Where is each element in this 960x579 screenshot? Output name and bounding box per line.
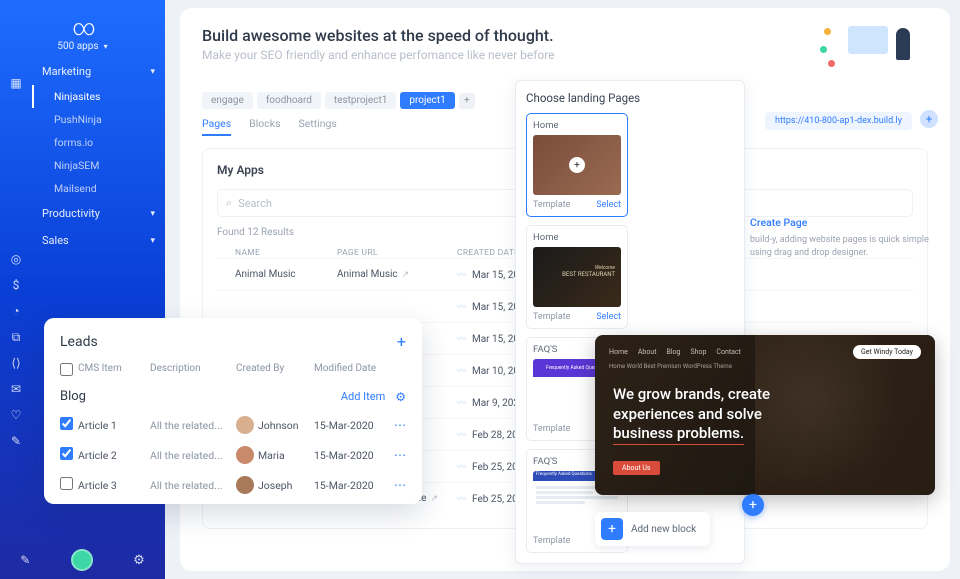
url-add-button[interactable]: +: [920, 110, 938, 128]
chevron-down-icon: ▾: [150, 209, 155, 219]
trend-icon: 〰: [457, 399, 466, 409]
target-icon[interactable]: ◎: [0, 246, 32, 272]
gear-icon[interactable]: ⚙: [395, 390, 406, 404]
users-icon[interactable]: ⧉: [0, 324, 32, 350]
select-button[interactable]: Select: [596, 312, 621, 322]
subtab-pages[interactable]: Pages: [202, 117, 231, 136]
subtab-settings[interactable]: Settings: [299, 117, 337, 136]
landing-thumb: WelcomeBEST RESTAURANT: [533, 247, 621, 307]
sidebar-item-ninjasites[interactable]: Ninjasites: [32, 85, 165, 108]
add-block-label: Add new block: [631, 524, 696, 535]
trend-icon: 〰: [457, 335, 466, 345]
tab-testproject1[interactable]: testproject1: [325, 92, 396, 109]
pen-icon[interactable]: ✎: [20, 553, 30, 567]
more-icon[interactable]: ⋯: [394, 418, 406, 432]
chevron-down-icon: ▾: [150, 67, 155, 77]
sidebar-item-pushninja[interactable]: PushNinja: [32, 108, 165, 131]
trend-icon: 〰: [457, 367, 466, 377]
avatar-icon: [236, 476, 254, 494]
leads-row[interactable]: Article 1 All the related... Johnson 15-…: [60, 416, 406, 434]
avatar-icon: [236, 446, 254, 464]
sidebar-bottom: ✎ ⚙: [0, 541, 165, 579]
sidebar-group-marketing[interactable]: Marketing▾: [32, 58, 165, 85]
landing-card[interactable]: Home WelcomeBEST RESTAURANT TemplateSele…: [526, 225, 628, 329]
external-link-icon[interactable]: ↗: [430, 494, 438, 504]
col-url: PAGE URL: [337, 248, 457, 258]
landing-thumb: +: [533, 135, 621, 195]
preview-button[interactable]: About Us: [613, 461, 660, 475]
leads-columns: CMS Item Description Created By Modified…: [60, 363, 406, 379]
row-checkbox[interactable]: [60, 417, 73, 430]
preview-crumb: Home World Best Premium WordPress Theme: [609, 363, 732, 370]
landing-card[interactable]: Home + TemplateSelect: [526, 113, 628, 217]
search-placeholder: Search: [238, 197, 272, 210]
more-icon[interactable]: ⋯: [394, 448, 406, 462]
trend-icon: 〰: [457, 303, 466, 313]
hint-title: Create Page: [750, 215, 940, 231]
leads-title: Leads: [60, 334, 98, 350]
search-icon: ⌕: [226, 196, 232, 210]
brand-logo: ∞: [0, 16, 165, 41]
add-block-bar: + Add new block: [595, 512, 710, 546]
sidebar-group-productivity[interactable]: Productivity▾: [32, 200, 165, 227]
add-project-button[interactable]: +: [459, 93, 475, 109]
leads-row[interactable]: Article 3 All the related... Joseph 15-M…: [60, 476, 406, 494]
trend-icon: 〰: [457, 463, 466, 473]
heart-icon[interactable]: ♡: [0, 402, 32, 428]
sidebar-item-formsio[interactable]: forms.io: [32, 131, 165, 154]
gear-icon[interactable]: ⚙: [133, 553, 145, 568]
fab-add-button[interactable]: +: [742, 494, 764, 516]
plug-icon[interactable]: ✎: [0, 428, 32, 454]
preview-nav: HomeAboutBlogShopContact Get Windy Today: [609, 345, 921, 359]
brand: ∞ 500 apps ▾: [0, 16, 165, 52]
dollar-icon[interactable]: $: [0, 272, 32, 298]
sidebar-item-ninjasem[interactable]: NinjaSEM: [32, 154, 165, 177]
sidebar-icon-col: ▦ ◎ $ ◔ ⧉ ⟨⟩ ✉ ♡ ✎: [0, 70, 32, 454]
sidebar-group-sales[interactable]: Sales▾: [32, 227, 165, 254]
sidebar-item-mailsend[interactable]: Mailsend: [32, 177, 165, 200]
more-icon[interactable]: ⋯: [394, 478, 406, 492]
row-checkbox[interactable]: [60, 447, 73, 460]
trend-icon: 〰: [457, 271, 466, 281]
subtab-blocks[interactable]: Blocks: [249, 117, 280, 136]
popover-title: Choose landing Pages: [526, 91, 734, 105]
tab-project1[interactable]: project1: [400, 92, 454, 109]
tab-foodhoard[interactable]: foodhoard: [257, 92, 321, 109]
leads-add-button[interactable]: +: [397, 332, 406, 351]
leads-section-title: Blog: [60, 389, 86, 404]
user-avatar[interactable]: [71, 549, 93, 571]
hint-body: build-y, adding website pages is quick s…: [750, 234, 940, 261]
trend-icon: 〰: [457, 495, 466, 505]
site-preview-card[interactable]: HomeAboutBlogShopContact Get Windy Today…: [595, 335, 935, 495]
chat-icon[interactable]: ✉: [0, 376, 32, 402]
add-block-button[interactable]: +: [601, 518, 623, 540]
hero-illustration: [818, 22, 928, 76]
headset-icon[interactable]: ◔: [0, 298, 32, 324]
grid-icon[interactable]: ▦: [0, 70, 32, 96]
select-all-checkbox[interactable]: [60, 363, 73, 376]
preview-headline: We grow brands, create experiences and s…: [613, 385, 770, 445]
create-page-hint: Create Page build-y, adding website page…: [750, 215, 940, 261]
url-badge[interactable]: https://410-800-ap1-dex.build.ly: [765, 112, 912, 130]
avatar-icon: [236, 416, 254, 434]
brand-sub[interactable]: 500 apps ▾: [0, 41, 165, 52]
plus-icon[interactable]: +: [569, 157, 585, 173]
sidebar-groups: Marketing▾ Ninjasites PushNinja forms.io…: [32, 58, 165, 254]
col-name: NAME: [217, 248, 337, 258]
leads-card: Leads + CMS Item Description Created By …: [44, 318, 422, 504]
add-item-button[interactable]: Add Item: [341, 390, 385, 403]
trend-icon: 〰: [457, 431, 466, 441]
external-link-icon[interactable]: ↗: [402, 270, 410, 280]
chevron-down-icon: ▾: [102, 42, 108, 51]
tab-engage[interactable]: engage: [202, 92, 253, 109]
leads-row[interactable]: Article 2 All the related... Maria 15-Ma…: [60, 446, 406, 464]
code-icon[interactable]: ⟨⟩: [0, 350, 32, 376]
preview-cta[interactable]: Get Windy Today: [853, 345, 921, 359]
chevron-down-icon: ▾: [150, 236, 155, 246]
select-button[interactable]: Select: [596, 200, 621, 210]
row-checkbox[interactable]: [60, 477, 73, 490]
